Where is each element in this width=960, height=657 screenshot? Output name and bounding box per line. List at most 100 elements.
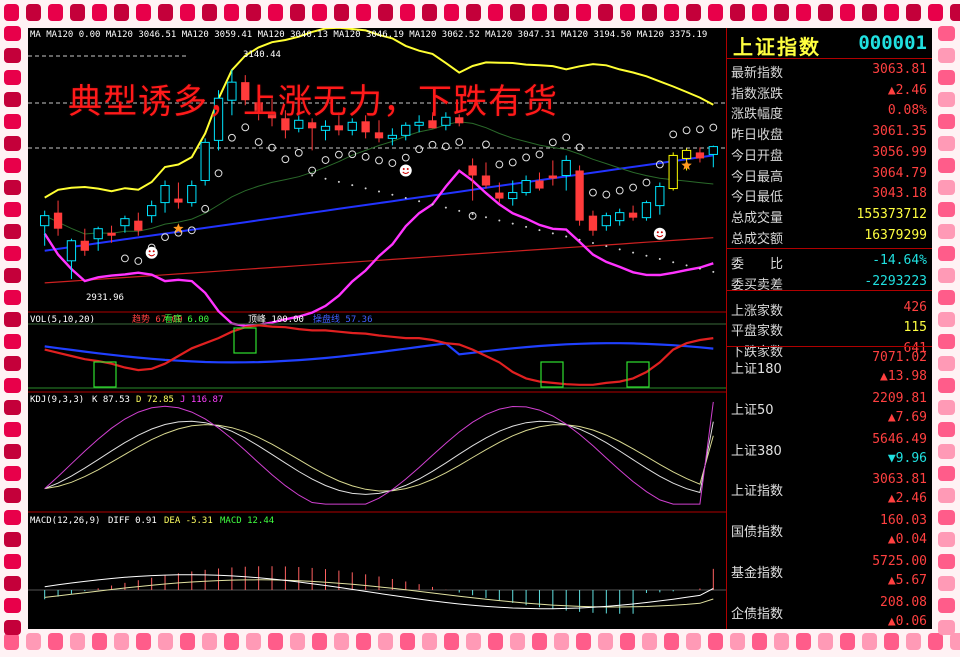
quote-row-value: 3064.79 (872, 165, 927, 181)
quote-row-label: 今日最高 (731, 169, 784, 185)
trail-dot (404, 196, 407, 199)
quote-row-label: 委 比 (731, 257, 784, 273)
trail-dot (645, 254, 648, 257)
border-tile (4, 554, 21, 569)
index-item-label: 上证指数 (731, 484, 784, 500)
border-tile (4, 180, 21, 195)
index-title: 上证指数 (733, 35, 821, 59)
border-tile (928, 4, 943, 21)
border-tile (938, 26, 955, 41)
quote-row: 涨跌幅度 0.08% (727, 101, 932, 123)
border-tile (4, 620, 21, 635)
border-tile (4, 400, 21, 415)
border-tile (620, 633, 635, 650)
index-item[interactable]: 基金指数 5725.00 ▲5.67 (727, 552, 932, 592)
border-tile (70, 633, 85, 650)
border-tile (4, 312, 21, 327)
border-tile (4, 378, 21, 393)
vol-bottom-label: 看底 6.00 (164, 315, 210, 325)
border-tile (268, 633, 283, 650)
border-tile (576, 633, 591, 650)
border-tile (4, 356, 21, 371)
index-item-change: ▼9.96 (887, 450, 927, 466)
border-tile (334, 4, 349, 21)
border-tile (938, 246, 955, 261)
border-tile (938, 268, 955, 283)
border-tile (4, 26, 21, 41)
border-tile (400, 4, 415, 21)
quote-row-label: 涨跌幅度 (731, 107, 784, 123)
candle-body (655, 186, 665, 207)
index-item-label: 上证50 (731, 402, 774, 418)
index-item-value: 3063.81 (872, 472, 927, 488)
trail-dot (364, 187, 367, 190)
index-item[interactable]: 国债指数 160.03 ▲0.04 (727, 511, 932, 551)
border-tile (378, 4, 393, 21)
index-item-value: 5725.00 (872, 554, 927, 569)
index-item-label: 上证380 (731, 443, 782, 459)
index-item[interactable]: 上证50 2209.81 ▲7.69 (727, 389, 932, 429)
trail-dot (444, 206, 447, 209)
index-item[interactable]: 上证180 7071.02 ▲13.98 (727, 348, 932, 388)
border-tile (938, 620, 955, 635)
border-tile (598, 4, 613, 21)
border-tile (312, 4, 327, 21)
border-tile (938, 290, 955, 305)
quote-row: 最新指数 3063.81 (727, 60, 932, 81)
index-item-label: 基金指数 (731, 566, 784, 581)
border-tile (818, 633, 833, 650)
border-tile (114, 4, 129, 21)
border-tile (268, 4, 283, 21)
border-tile (4, 532, 21, 547)
candle-body (160, 185, 170, 204)
candle-body (601, 215, 611, 227)
trail-dot (632, 251, 635, 254)
index-item[interactable]: 上证指数 3063.81 ▲2.46 (727, 470, 932, 510)
index-item-change: ▲2.46 (887, 491, 927, 507)
border-tile (466, 4, 481, 21)
border-tile (840, 4, 855, 21)
border-tile (938, 576, 955, 591)
border-tile (554, 633, 569, 650)
index-item[interactable]: 上证380 5646.49 ▼9.96 (727, 430, 932, 470)
border-tile (938, 70, 955, 85)
quote-row: 今日最高 3064.79 (727, 164, 932, 185)
candle-body (200, 141, 210, 182)
index-item[interactable]: 企债指数 208.08 ▲0.06 (727, 593, 932, 629)
divider (727, 346, 932, 347)
border-tile (180, 633, 195, 650)
trail-dot (311, 174, 314, 177)
border-tile (48, 633, 63, 650)
border-tile (840, 633, 855, 650)
quote-row-value: 3061.35 (872, 124, 927, 140)
smiley-marker (653, 227, 666, 240)
trail-dot (578, 238, 581, 241)
quote-row-value: ▲2.46 (887, 82, 927, 98)
kdj-k: K 87.53 (92, 395, 130, 405)
border-tile (938, 48, 955, 63)
border-tile (202, 633, 217, 650)
border-tile (224, 4, 239, 21)
index-item-value: 7071.02 (872, 350, 927, 365)
border-tile (752, 4, 767, 21)
border-tile (938, 400, 955, 415)
quote-row-value: 0.08% (887, 103, 927, 119)
border-tile (246, 4, 261, 21)
index-item-change: ▲0.06 (887, 613, 927, 629)
divider (727, 290, 932, 291)
border-tile (938, 180, 955, 195)
border-tile (938, 488, 955, 503)
border-tile (938, 422, 955, 437)
border-tile (4, 466, 21, 481)
candle-body (93, 228, 103, 240)
border-tile (708, 4, 723, 21)
quote-row: 委 比 -14.64% (727, 251, 932, 273)
candle-body (668, 154, 678, 190)
border-tile (444, 633, 459, 650)
quote-row-label: 指数涨跌 (731, 86, 784, 102)
quote-row-label: 最新指数 (731, 66, 784, 81)
candle-body (401, 124, 411, 136)
quote-panel: 上证指数 000001 最新指数 3063.81 指数涨跌 ▲2.46 涨跌幅度 0.08… (726, 28, 932, 629)
index-item-change: ▲5.67 (887, 573, 927, 588)
trail-dot (551, 232, 554, 235)
